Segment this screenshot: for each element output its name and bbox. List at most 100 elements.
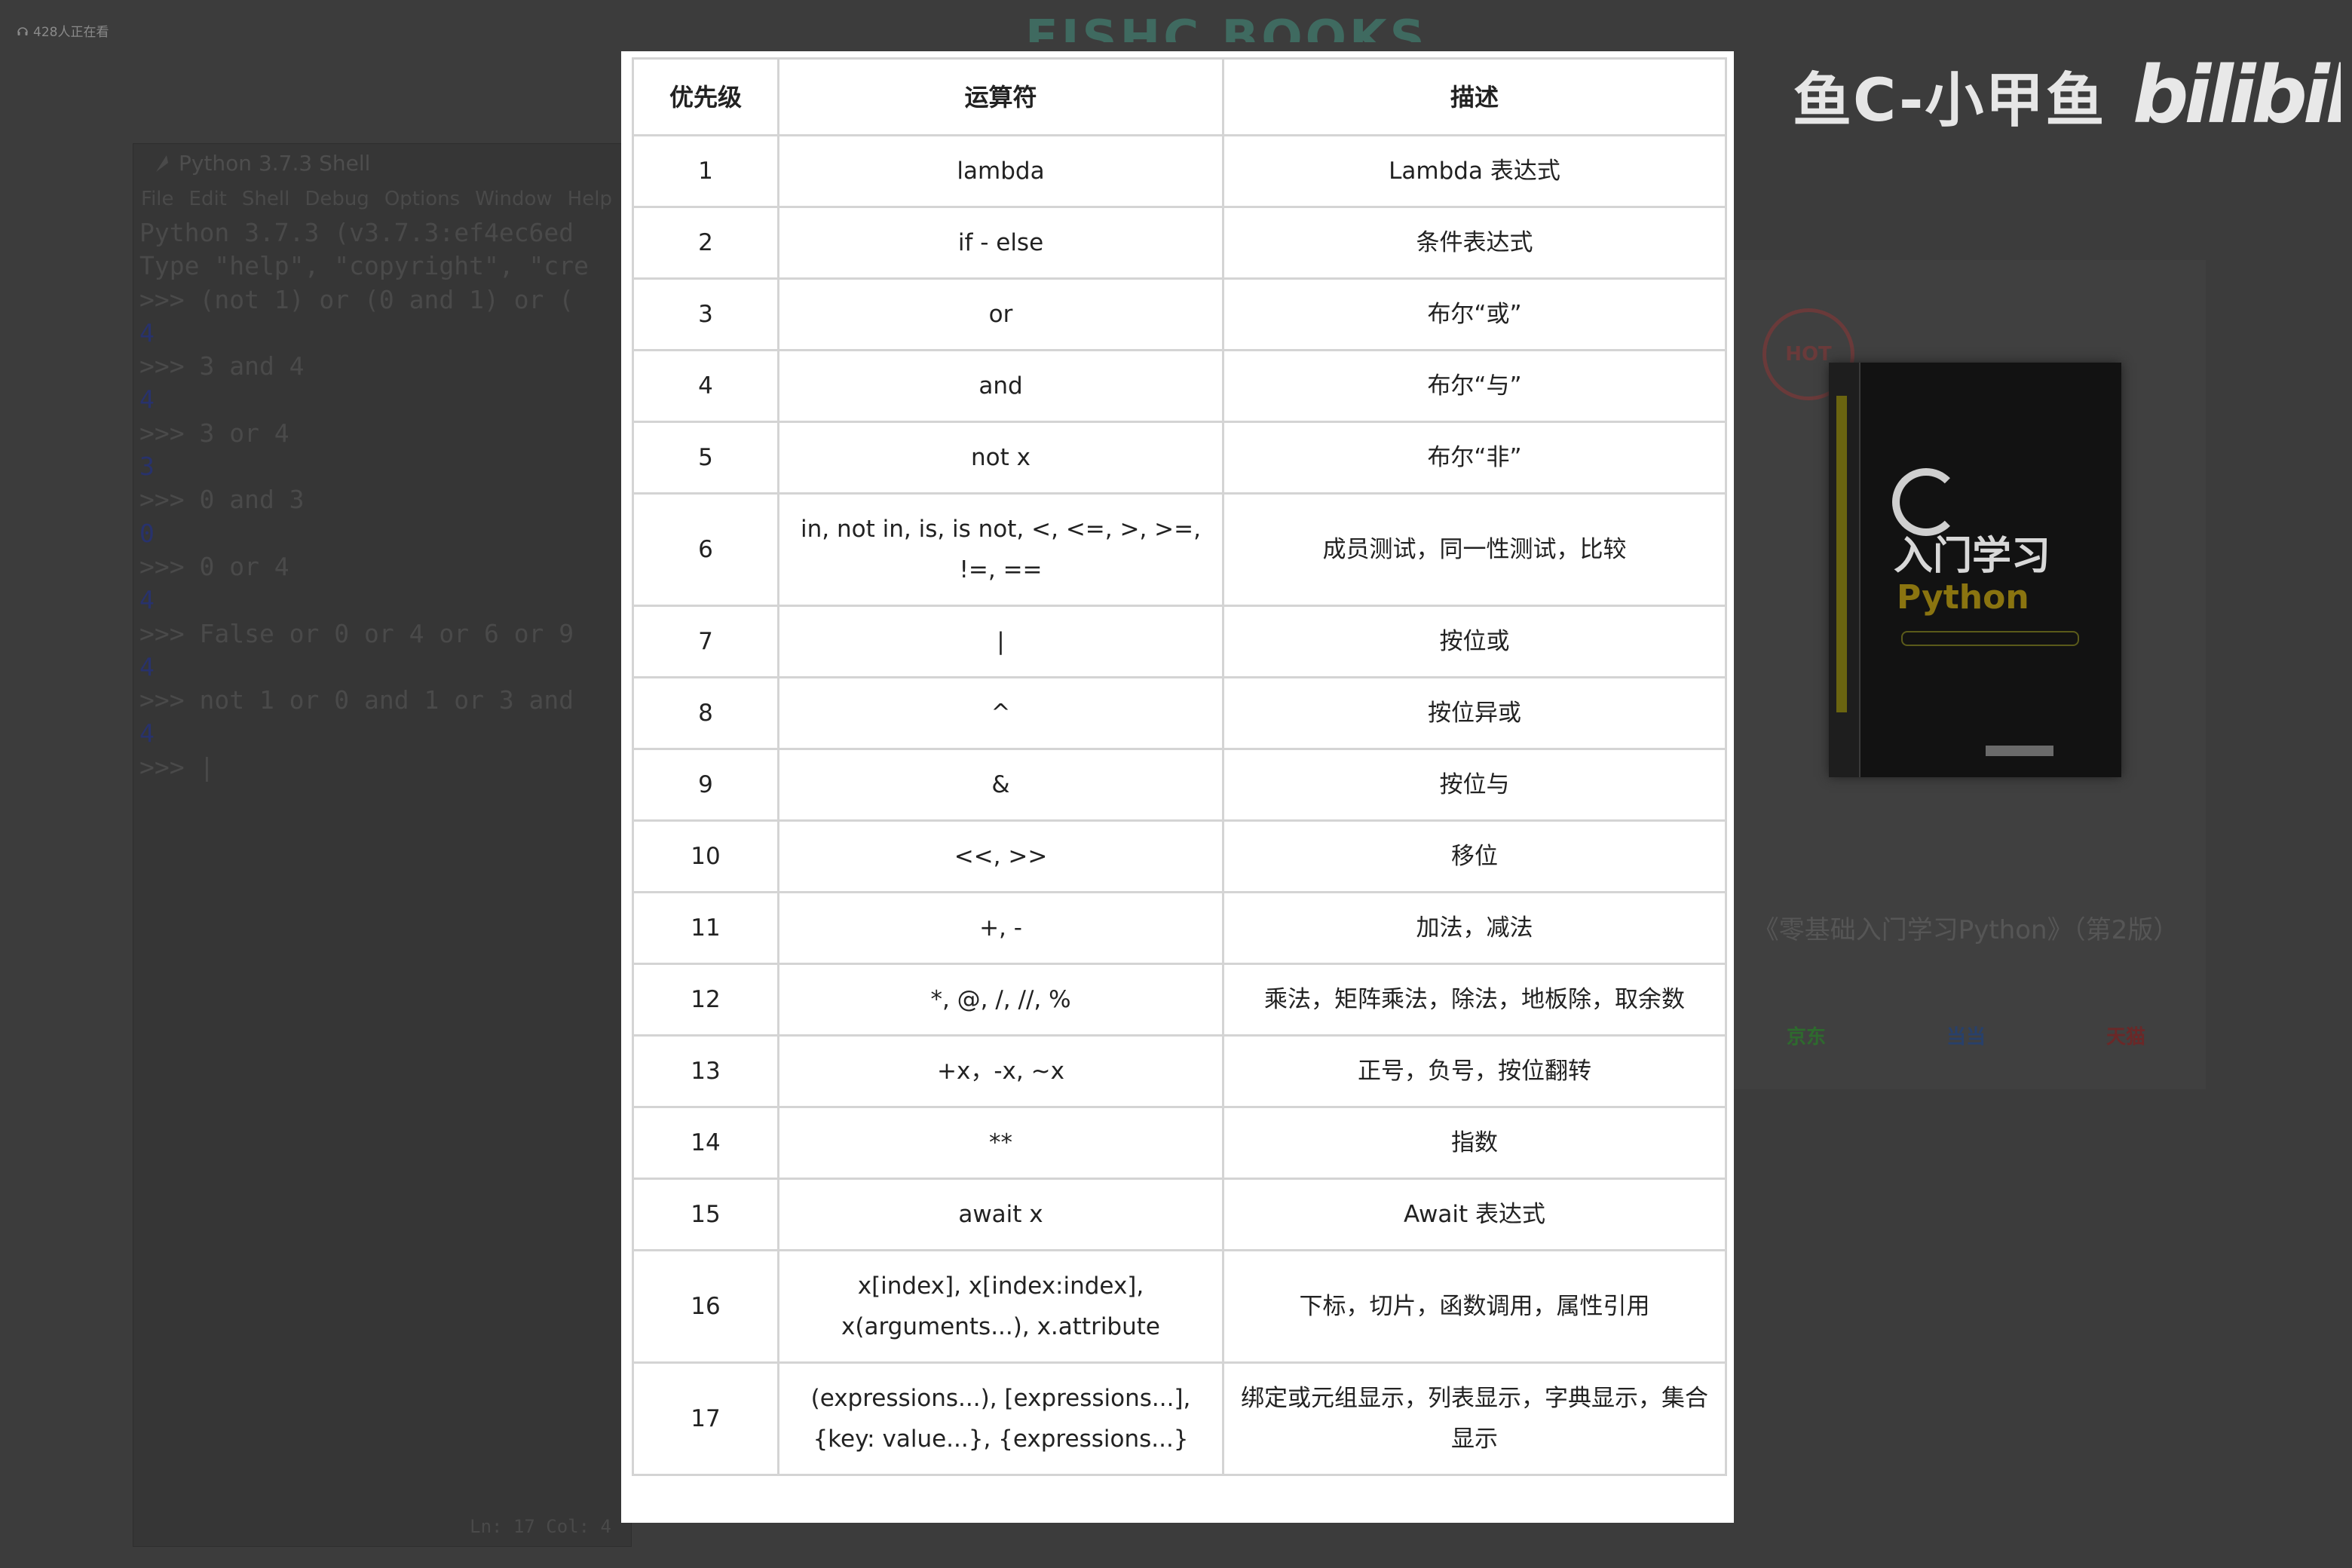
table-row: 12 *, @, /, //, % 乘法，矩阵乘法，除法，地板除，取余数 — [632, 963, 1727, 1037]
shell-menu-item[interactable]: Options — [384, 188, 460, 210]
headset-icon — [17, 26, 28, 35]
cell-operator: +, - — [777, 891, 1224, 965]
cell-operator: and — [777, 349, 1224, 423]
python-shell-window: Python 3.7.3 Shell File Edit Shell Debug Opt… — [133, 143, 632, 1547]
viewer-count-label: 428人正在看 — [33, 25, 109, 40]
table-row: 17 (expressions...), [expressions...], {k… — [632, 1361, 1727, 1476]
cell-description: 下标，切片，函数调用，属性引用 — [1222, 1249, 1727, 1364]
cell-operator: (expressions...), [expressions...], {key… — [777, 1361, 1224, 1476]
shell-menu-item[interactable]: Window — [475, 188, 553, 210]
cell-operator: ** — [777, 1106, 1224, 1180]
viewer-count: 428人正在看 — [17, 21, 109, 40]
cell-description: Await 表达式 — [1222, 1178, 1727, 1251]
table-row: 4 and 布尔“与” — [632, 349, 1727, 423]
shell-menu-item[interactable]: Debug — [305, 188, 369, 210]
shell-line: >>> False or 0 or 4 or 6 or 9 — [139, 618, 574, 648]
table-row: 11 +, - 加法，减法 — [632, 891, 1727, 965]
cell-priority: 14 — [632, 1106, 779, 1180]
book-card[interactable]: HOT 入门学习 Python 《零基础入门学习Python》（第2版） 京东 … — [1726, 260, 2206, 1089]
shell-line: Python 3.7.3 (v3.7.3:ef4ec6ed — [139, 218, 574, 247]
shell-menu-item[interactable]: File — [141, 188, 174, 210]
shell-line: >>> 0 or 4 — [139, 551, 289, 581]
uploader-name: 鱼C-小甲鱼 — [1793, 67, 2106, 135]
precedence-table-panel: 优先级 运算符 描述 1 lambda Lambda 表达式 2 if - else 条件… — [621, 51, 1734, 1523]
cell-description: 布尔“或” — [1222, 277, 1727, 351]
shell-line: 4 — [139, 384, 155, 415]
brand-overlay: 鱼C-小甲鱼 bilibili — [1793, 48, 2341, 143]
cell-priority: 16 — [632, 1249, 779, 1364]
cell-description: 指数 — [1222, 1106, 1727, 1180]
cell-description: 布尔“与” — [1222, 349, 1727, 423]
table-row: 1 lambda Lambda 表达式 — [632, 134, 1727, 208]
shell-line: >>> 3 or 4 — [139, 418, 289, 448]
shell-line: 4 — [139, 585, 155, 615]
cell-operator: | — [777, 605, 1224, 678]
book-cover-publisher — [1986, 746, 2053, 756]
header-operator: 运算符 — [777, 57, 1224, 136]
cell-operator: +x，-x, ~x — [777, 1034, 1224, 1108]
store-link-dangdang[interactable]: 当当 — [1946, 1021, 1986, 1049]
table-row: 8 ^ 按位异或 — [632, 676, 1727, 750]
shell-menu-item[interactable]: Edit — [189, 188, 227, 210]
cell-description: 乘法，矩阵乘法，除法，地板除，取余数 — [1222, 963, 1727, 1037]
cell-operator: & — [777, 748, 1224, 822]
cell-operator: lambda — [777, 134, 1224, 208]
cell-description: 按位异或 — [1222, 676, 1727, 750]
book-cover-subtitle: Python — [1897, 578, 2029, 617]
cell-priority: 13 — [632, 1034, 779, 1108]
cell-description: 按位或 — [1222, 605, 1727, 678]
cell-priority: 1 — [632, 134, 779, 208]
cell-operator: <<, >> — [777, 819, 1224, 893]
cell-operator: in, not in, is, is not, <, <=, >, >=, !=… — [777, 492, 1224, 607]
store-link-jd[interactable]: 京东 — [1787, 1021, 1826, 1049]
cell-description: 条件表达式 — [1222, 206, 1727, 280]
header-description: 描述 — [1222, 57, 1727, 136]
bilibili-logo-icon: bilibili — [2133, 49, 2341, 141]
table-row: 9 & 按位与 — [632, 748, 1727, 822]
cell-priority: 6 — [632, 492, 779, 607]
book-stores: 京东 当当 天猫 — [1726, 1021, 2206, 1049]
cell-priority: 7 — [632, 605, 779, 678]
shell-title: Python 3.7.3 Shell — [179, 150, 371, 176]
table-row: 6 in, not in, is, is not, <, <=, >, >=, !… — [632, 492, 1727, 607]
cell-priority: 10 — [632, 819, 779, 893]
cell-operator: or — [777, 277, 1224, 351]
cell-description: 布尔“非” — [1222, 421, 1727, 495]
cell-description: 成员测试，同一性测试，比较 — [1222, 492, 1727, 607]
shell-line: 0 — [139, 518, 155, 548]
cell-priority: 5 — [632, 421, 779, 495]
book-cover[interactable]: 入门学习 Python — [1829, 363, 2121, 777]
cell-description: 移位 — [1222, 819, 1727, 893]
header-priority: 优先级 — [632, 57, 779, 136]
shell-line: Type "help", "copyright", "cre — [139, 251, 590, 281]
cell-description: 绑定或元组显示，列表显示，字典显示，集合显示 — [1222, 1361, 1727, 1476]
cell-priority: 9 — [632, 748, 779, 822]
cell-priority: 11 — [632, 891, 779, 965]
shell-line: >>> not 1 or 0 and 1 or 3 and — [139, 685, 574, 715]
table-row: 10 <<, >> 移位 — [632, 819, 1727, 893]
shell-line: >>> 3 and 4 — [139, 351, 305, 381]
cell-operator: ^ — [777, 676, 1224, 750]
cell-operator: await x — [777, 1178, 1224, 1251]
cell-description: 按位与 — [1222, 748, 1727, 822]
cell-priority: 8 — [632, 676, 779, 750]
cell-priority: 3 — [632, 277, 779, 351]
shell-line: >>> | — [139, 752, 215, 782]
book-caption: 《零基础入门学习Python》（第2版） — [1753, 915, 2179, 945]
table-row: 5 not x 布尔“非” — [632, 421, 1727, 495]
shell-titlebar: Python 3.7.3 Shell — [133, 144, 631, 182]
precedence-table: 优先级 运算符 描述 1 lambda Lambda 表达式 2 if - else 条件… — [632, 57, 1727, 1476]
shell-menu-item[interactable]: Shell — [242, 188, 289, 210]
cell-operator: not x — [777, 421, 1224, 495]
cell-description: 正号，负号，按位翻转 — [1222, 1034, 1727, 1108]
cell-priority: 17 — [632, 1361, 779, 1476]
shell-menu-item[interactable]: Help — [568, 188, 612, 210]
svg-text:bilibili: bilibili — [2133, 49, 2341, 141]
shell-line: 4 — [139, 651, 155, 681]
shell-line: >>> 0 and 3 — [139, 485, 305, 515]
cell-priority: 4 — [632, 349, 779, 423]
site-title: FISHC BOOKS — [1025, 11, 1428, 42]
python-feather-icon — [156, 155, 168, 172]
shell-output[interactable]: Python 3.7.3 (v3.7.3:ef4ec6ed Type "help"… — [133, 216, 631, 784]
store-link-tmall[interactable]: 天猫 — [2106, 1021, 2145, 1049]
